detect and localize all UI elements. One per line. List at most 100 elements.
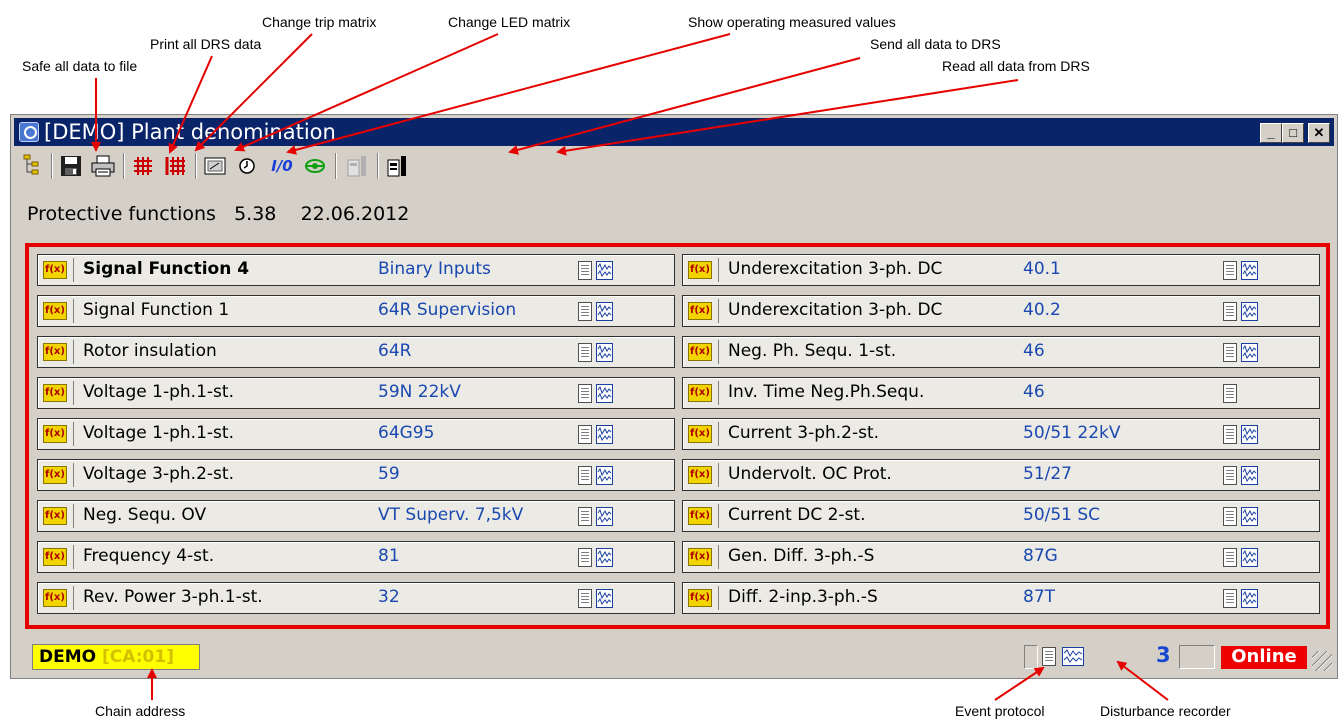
- function-row[interactable]: f(x) Gen. Diff. 3-ph.-S 87G: [682, 541, 1320, 573]
- disturbance-recorder-icon[interactable]: [596, 548, 613, 567]
- function-icon[interactable]: f(x): [43, 589, 67, 607]
- function-row[interactable]: f(x) Voltage 1-ph.1-st. 59N 22kV: [37, 377, 675, 409]
- row-divider: [718, 299, 719, 323]
- function-name: Frequency 4-st.: [83, 546, 215, 566]
- event-protocol-icon[interactable]: [578, 507, 592, 526]
- function-row[interactable]: f(x) Inv. Time Neg.Ph.Sequ. 46: [682, 377, 1320, 409]
- disturbance-recorder-icon[interactable]: [1241, 425, 1258, 444]
- disturbance-recorder-icon[interactable]: [596, 343, 613, 362]
- event-protocol-icon[interactable]: [1042, 647, 1056, 666]
- function-row[interactable]: f(x) Undervolt. OC Prot. 51/27: [682, 459, 1320, 491]
- disturbance-recorder-icon[interactable]: [596, 425, 613, 444]
- event-protocol-icon[interactable]: [1223, 589, 1237, 608]
- event-protocol-icon[interactable]: [1223, 302, 1237, 321]
- function-row[interactable]: f(x) Rotor insulation 64R: [37, 336, 675, 368]
- function-code: 64R Supervision: [378, 300, 517, 320]
- function-row[interactable]: f(x) Voltage 3-ph.2-st. 59: [37, 459, 675, 491]
- maximize-button[interactable]: □: [1282, 123, 1304, 143]
- function-icon[interactable]: f(x): [43, 384, 67, 402]
- function-row[interactable]: f(x) Voltage 1-ph.1-st. 64G95: [37, 418, 675, 450]
- disturbance-recorder-icon[interactable]: [596, 302, 613, 321]
- measured-values-icon[interactable]: [203, 153, 227, 179]
- function-name: Underexcitation 3-ph. DC: [728, 259, 943, 279]
- io-icon[interactable]: I/0: [267, 153, 297, 179]
- event-protocol-icon[interactable]: [1223, 548, 1237, 567]
- disturbance-recorder-icon[interactable]: [596, 466, 613, 485]
- event-protocol-icon[interactable]: [1223, 466, 1237, 485]
- function-row[interactable]: f(x) Current 3-ph.2-st. 50/51 22kV: [682, 418, 1320, 450]
- close-button[interactable]: ✕: [1308, 123, 1330, 143]
- function-code: VT Superv. 7,5kV: [378, 505, 524, 525]
- function-icon[interactable]: f(x): [688, 589, 712, 607]
- function-icon[interactable]: f(x): [688, 466, 712, 484]
- event-protocol-icon[interactable]: [1223, 425, 1237, 444]
- function-icon[interactable]: f(x): [43, 302, 67, 320]
- row-divider: [718, 504, 719, 528]
- event-protocol-icon[interactable]: [1223, 384, 1237, 403]
- disturbance-recorder-icon[interactable]: [1241, 302, 1258, 321]
- disturbance-recorder-icon[interactable]: [1241, 261, 1258, 280]
- function-icon[interactable]: f(x): [43, 343, 67, 361]
- function-row[interactable]: f(x) Rev. Power 3-ph.1-st. 32: [37, 582, 675, 614]
- event-protocol-icon[interactable]: [578, 548, 592, 567]
- function-icon[interactable]: f(x): [43, 507, 67, 525]
- disturbance-recorder-icon[interactable]: [1241, 589, 1258, 608]
- title-bar[interactable]: [DEMO] Plant denomination _ □ ✕: [14, 118, 1334, 146]
- app-window: [DEMO] Plant denomination _ □ ✕ I/0 Prot…: [10, 114, 1338, 679]
- toolbar-separator: [123, 153, 125, 179]
- function-row[interactable]: f(x) Neg. Sequ. OV VT Superv. 7,5kV: [37, 500, 675, 532]
- event-protocol-icon[interactable]: [578, 343, 592, 362]
- print-icon[interactable]: [91, 153, 115, 179]
- read-from-drs-icon[interactable]: [385, 153, 409, 179]
- disturbance-recorder-icon[interactable]: [596, 384, 613, 403]
- event-protocol-icon[interactable]: [578, 425, 592, 444]
- led-matrix-icon[interactable]: [163, 153, 187, 179]
- function-row[interactable]: f(x) Signal Function 4 Binary Inputs: [37, 254, 675, 286]
- function-row[interactable]: f(x) Frequency 4-st. 81: [37, 541, 675, 573]
- clock-icon[interactable]: [235, 153, 259, 179]
- function-icon[interactable]: f(x): [688, 384, 712, 402]
- disturbance-recorder-icon[interactable]: [596, 261, 613, 280]
- function-icon[interactable]: f(x): [43, 261, 67, 279]
- event-protocol-icon[interactable]: [578, 466, 592, 485]
- disturbance-recorder-icon[interactable]: [596, 507, 613, 526]
- resize-grip[interactable]: [1312, 651, 1332, 671]
- function-icon[interactable]: f(x): [688, 302, 712, 320]
- disturbance-recorder-icon[interactable]: [1241, 507, 1258, 526]
- tree-icon[interactable]: [21, 153, 45, 179]
- annotation-trip-matrix: Change trip matrix: [262, 14, 377, 30]
- settings-icon[interactable]: [303, 153, 327, 179]
- save-icon[interactable]: [59, 153, 83, 179]
- function-icon[interactable]: f(x): [688, 507, 712, 525]
- disturbance-recorder-icon[interactable]: [1241, 466, 1258, 485]
- function-icon[interactable]: f(x): [688, 425, 712, 443]
- disturbance-recorder-icon[interactable]: [1062, 647, 1084, 666]
- minimize-button[interactable]: _: [1260, 123, 1282, 143]
- event-protocol-icon[interactable]: [1223, 507, 1237, 526]
- event-protocol-icon[interactable]: [578, 384, 592, 403]
- send-to-drs-icon[interactable]: [345, 153, 369, 179]
- function-name: Signal Function 1: [83, 300, 230, 320]
- annotation-chain-address: Chain address: [95, 703, 186, 719]
- function-row[interactable]: f(x) Current DC 2-st. 50/51 SC: [682, 500, 1320, 532]
- disturbance-recorder-icon[interactable]: [1241, 343, 1258, 362]
- function-row[interactable]: f(x) Underexcitation 3-ph. DC 40.1: [682, 254, 1320, 286]
- disturbance-recorder-icon[interactable]: [1241, 548, 1258, 567]
- disturbance-recorder-icon[interactable]: [596, 589, 613, 608]
- function-row[interactable]: f(x) Underexcitation 3-ph. DC 40.2: [682, 295, 1320, 327]
- function-icon[interactable]: f(x): [688, 548, 712, 566]
- event-protocol-icon[interactable]: [1223, 261, 1237, 280]
- function-icon[interactable]: f(x): [688, 261, 712, 279]
- function-row[interactable]: f(x) Diff. 2-inp.3-ph.-S 87T: [682, 582, 1320, 614]
- function-icon[interactable]: f(x): [43, 548, 67, 566]
- function-row[interactable]: f(x) Signal Function 1 64R Supervision: [37, 295, 675, 327]
- trip-matrix-icon[interactable]: [131, 153, 155, 179]
- event-protocol-icon[interactable]: [578, 261, 592, 280]
- event-protocol-icon[interactable]: [1223, 343, 1237, 362]
- function-icon[interactable]: f(x): [43, 425, 67, 443]
- function-icon[interactable]: f(x): [43, 466, 67, 484]
- event-protocol-icon[interactable]: [578, 302, 592, 321]
- function-row[interactable]: f(x) Neg. Ph. Sequ. 1-st. 46: [682, 336, 1320, 368]
- event-protocol-icon[interactable]: [578, 589, 592, 608]
- function-icon[interactable]: f(x): [688, 343, 712, 361]
